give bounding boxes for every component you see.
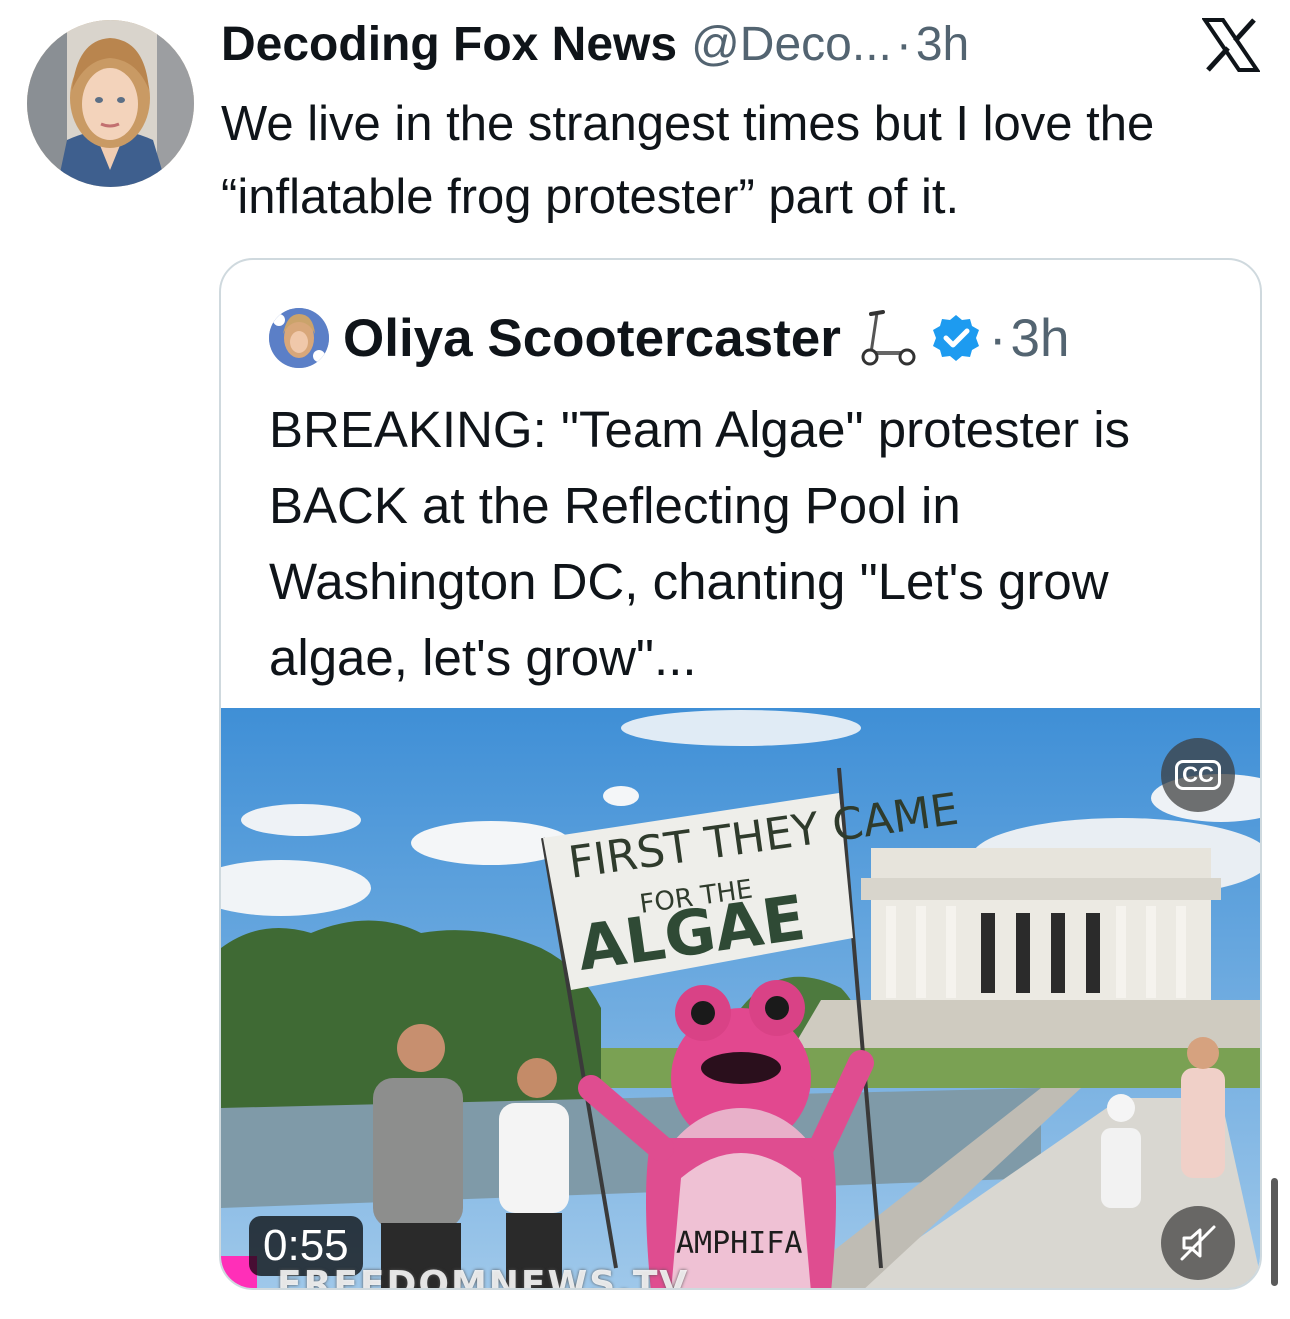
- verified-badge-icon: [932, 315, 979, 361]
- author-handle[interactable]: @Deco...: [691, 17, 892, 72]
- tweet-header: Decoding Fox News @Deco... · 3h: [221, 14, 969, 74]
- unmute-button[interactable]: [1161, 1206, 1235, 1280]
- separator-dot: ·: [988, 308, 1007, 368]
- quoted-tweet-text: BREAKING: "Team Algae" protester is BACK…: [269, 401, 1131, 686]
- author-avatar-image: [27, 20, 194, 187]
- quoted-tweet-header: Oliya Scootercaster · 3h: [269, 306, 1069, 370]
- closed-captions-icon: CC: [1175, 760, 1221, 790]
- author-name[interactable]: Decoding Fox News: [221, 17, 677, 72]
- tweet-text: We live in the strangest times but I lov…: [221, 97, 1155, 224]
- x-logo-icon: [1202, 18, 1260, 72]
- quoted-author-avatar[interactable]: [269, 308, 329, 368]
- scrollbar-thumb[interactable]: [1271, 1178, 1278, 1286]
- quoted-tweet-card[interactable]: Oliya Scootercaster · 3h BREAKING: "Team…: [219, 258, 1262, 1290]
- video-watermark: FREEDOMNEWS.TV: [277, 1264, 690, 1290]
- author-avatar[interactable]: [27, 20, 194, 187]
- video-player[interactable]: FIRST THEY CAME FOR THE ALGAE AMPHIFA CC…: [221, 708, 1260, 1290]
- closed-captions-button[interactable]: CC: [1161, 738, 1235, 812]
- tweet-timestamp[interactable]: 3h: [916, 17, 969, 72]
- muted-speaker-icon: [1180, 1225, 1216, 1261]
- quoted-author-name[interactable]: Oliya Scootercaster: [343, 308, 841, 369]
- video-frame: FIRST THEY CAME FOR THE ALGAE AMPHIFA: [221, 708, 1260, 1288]
- quoted-tweet-timestamp[interactable]: 3h: [1011, 308, 1070, 369]
- scooter-emoji-icon: [861, 310, 916, 366]
- separator-dot: ·: [895, 17, 912, 71]
- frog-label: AMPHIFA: [676, 1226, 802, 1261]
- quoted-avatar-image: [269, 308, 329, 368]
